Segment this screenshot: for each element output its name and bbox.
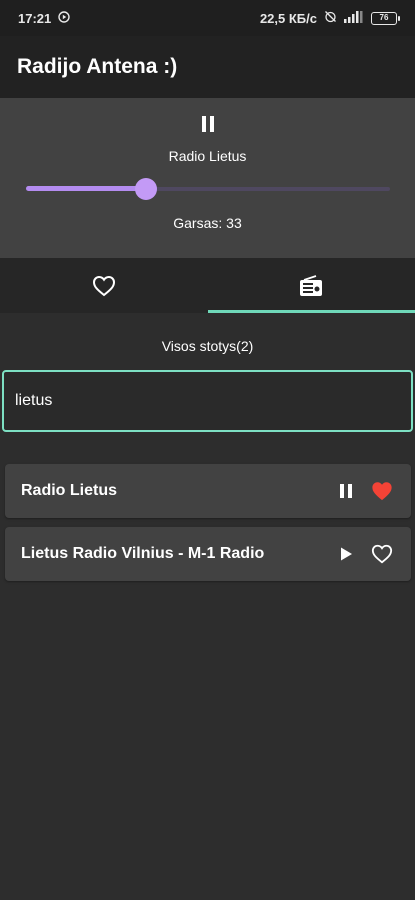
- tab-bar: [0, 258, 415, 313]
- station-actions: [335, 480, 393, 502]
- pause-button[interactable]: [196, 112, 220, 136]
- favorite-button[interactable]: [371, 543, 393, 565]
- volume-slider[interactable]: [26, 178, 390, 200]
- status-bar-left: 17:21: [18, 11, 70, 26]
- heart-filled-icon: [372, 482, 392, 501]
- alarm-off-icon: [324, 10, 337, 26]
- network-speed: 22,5 КБ/с: [259, 10, 317, 26]
- station-play-button[interactable]: [335, 543, 357, 565]
- status-time: 17:21: [18, 10, 52, 26]
- station-item[interactable]: Radio Lietus: [5, 464, 411, 518]
- radio-icon: [300, 274, 323, 296]
- station-name: Radio Lietus: [21, 482, 118, 499]
- favorite-button[interactable]: [371, 480, 393, 502]
- status-bar: 17:21 22,5 КБ/с 76: [0, 0, 415, 36]
- pause-icon: [202, 116, 214, 132]
- media-playing-icon: [58, 10, 70, 26]
- volume-slider-thumb[interactable]: [135, 178, 157, 200]
- heart-outline-icon: [92, 275, 115, 296]
- station-item[interactable]: Lietus Radio Vilnius - M-1 Radio: [5, 527, 411, 581]
- play-icon: [341, 547, 352, 561]
- tab-favorites[interactable]: [0, 258, 208, 313]
- pause-icon: [340, 484, 352, 498]
- station-list: Radio Lietus Lietus Radio Vilnius - M-1 …: [5, 464, 411, 590]
- volume-label: Garsas: 33: [173, 215, 242, 231]
- station-pause-button[interactable]: [335, 480, 357, 502]
- signal-icon: [344, 10, 364, 26]
- battery-icon: 76: [371, 11, 400, 25]
- player-panel: Radio Lietus Garsas: 33: [0, 98, 415, 258]
- search-field[interactable]: [2, 370, 413, 432]
- status-bar-right: 22,5 КБ/с 76: [259, 10, 400, 26]
- tab-all-stations[interactable]: [207, 258, 415, 313]
- search-input[interactable]: [15, 392, 395, 410]
- heart-outline-icon: [371, 544, 393, 564]
- app-bar: Radijo Antena :): [0, 36, 415, 98]
- app-title: Radijo Antena :): [17, 55, 178, 78]
- volume-slider-fill: [26, 186, 146, 191]
- section-title: Visos stotys(2): [161, 338, 254, 354]
- now-playing-station: Radio Lietus: [168, 148, 247, 164]
- station-actions: [335, 543, 393, 565]
- station-name: Lietus Radio Vilnius - M-1 Radio: [21, 545, 265, 562]
